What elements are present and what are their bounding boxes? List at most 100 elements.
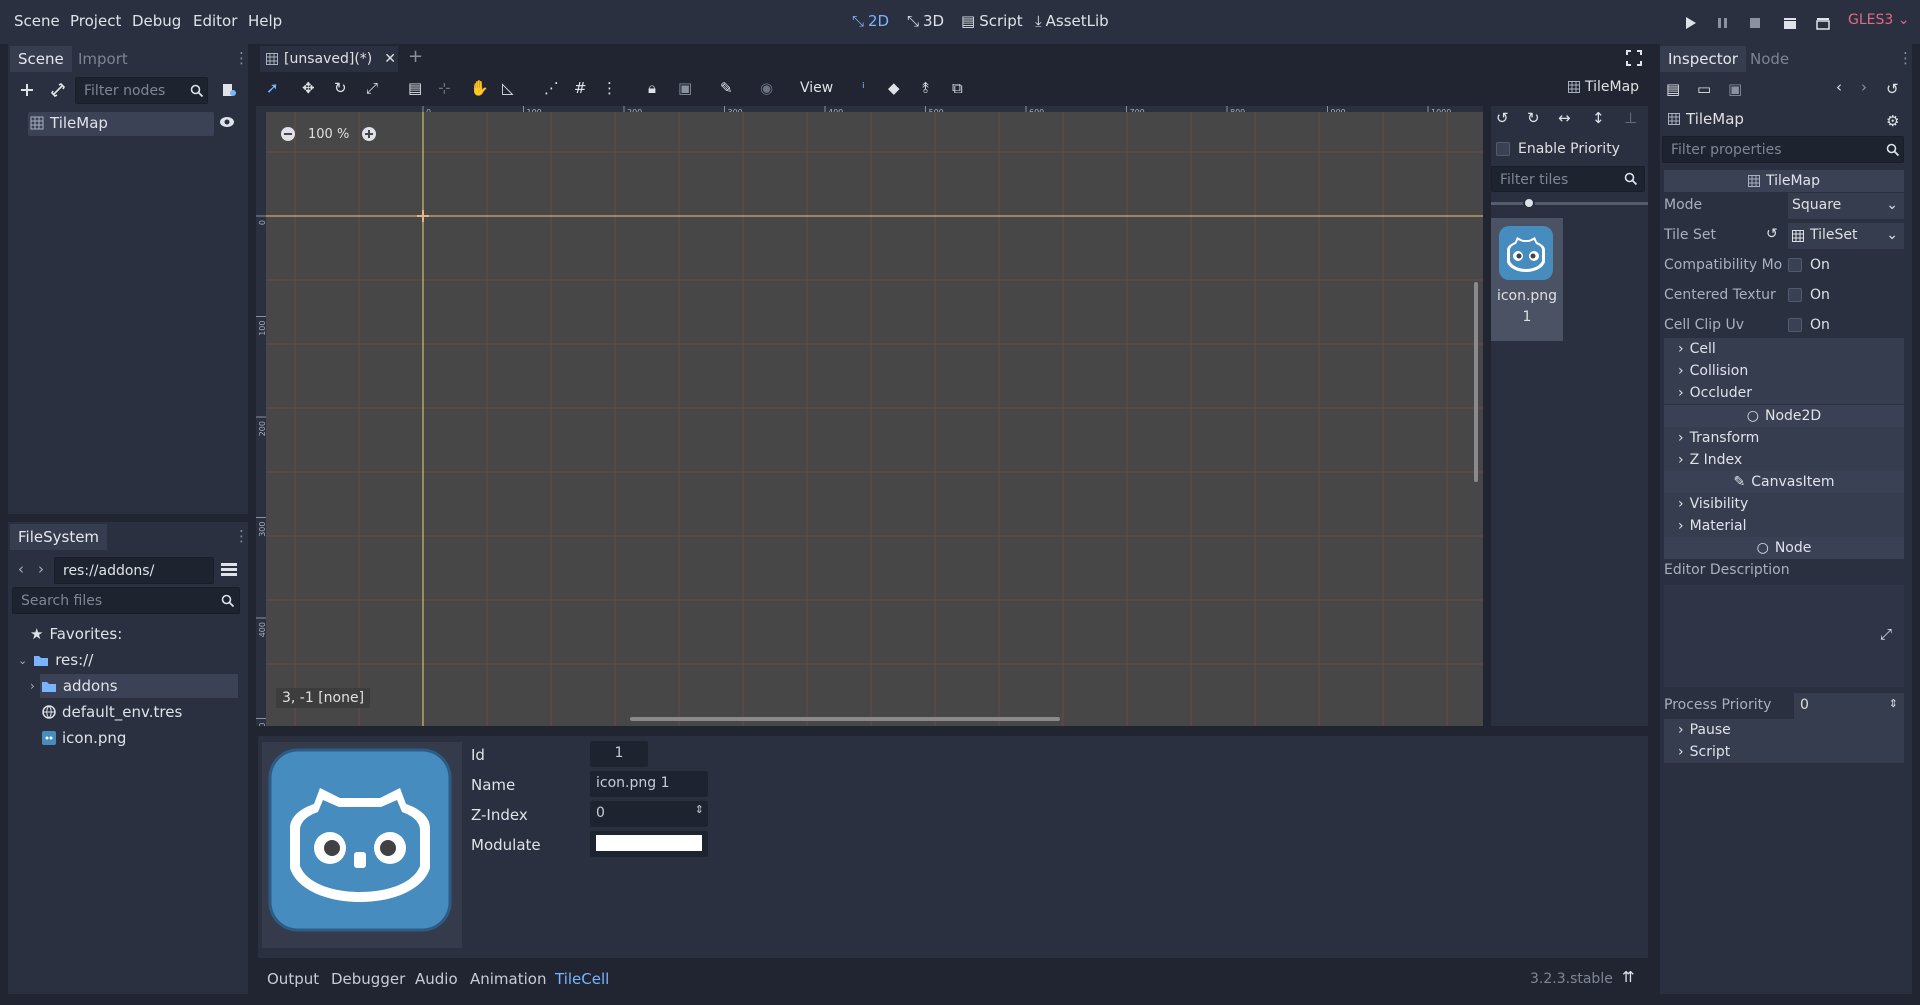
distraction-free-icon[interactable] — [1626, 50, 1642, 66]
group-icon[interactable]: ▣ — [678, 79, 692, 97]
workspace-assetlib-button[interactable]: ⤓ AssetLib — [1035, 12, 1109, 30]
tile-zindex-field[interactable]: 0 ⇕ — [590, 801, 708, 827]
section-collision[interactable]: › Collision — [1664, 360, 1904, 382]
tileset-resource-picker[interactable]: TileSet ⌄ — [1788, 223, 1904, 249]
scale-tool-icon[interactable]: ⤢ — [366, 79, 378, 97]
close-icon[interactable]: ✕ — [384, 51, 396, 67]
bottom-tab-animation[interactable]: Animation — [470, 970, 546, 988]
tile-zoom-slider-handle[interactable] — [1523, 197, 1535, 209]
inspector-menu-icon[interactable]: ⋮ — [1898, 49, 1913, 67]
workspace-3d-button[interactable]: ⤡ 3D — [907, 12, 944, 30]
menu-debug[interactable]: Debug — [132, 12, 181, 30]
save-disk-icon[interactable]: ▣ — [1728, 80, 1742, 98]
add-node-button[interactable] — [16, 79, 38, 101]
grid-snap-icon[interactable]: # — [574, 79, 587, 97]
play-scene-button[interactable] — [1781, 14, 1799, 32]
revert-icon[interactable]: ↺ — [1766, 226, 1778, 242]
rotate-right-icon[interactable]: ↻ — [1527, 109, 1540, 127]
pause-button[interactable] — [1714, 14, 1732, 32]
search-files-input[interactable]: Search files — [12, 587, 240, 614]
filesystem-path-input[interactable]: res://addons/ — [54, 557, 214, 584]
play-custom-scene-button[interactable] — [1814, 14, 1832, 32]
pan-hand-icon[interactable]: ✋ — [470, 79, 489, 97]
play-button[interactable] — [1682, 14, 1700, 32]
menu-help[interactable]: Help — [248, 12, 282, 30]
filter-nodes-input[interactable]: Filter nodes — [75, 77, 208, 104]
forward-arrow-icon[interactable]: › — [38, 560, 44, 578]
filesystem-menu-icon[interactable]: ⋮ — [234, 527, 249, 545]
workspace-script-button[interactable]: ▤ Script — [961, 12, 1023, 30]
menu-editor[interactable]: Editor — [193, 12, 237, 30]
tile-modulate-field[interactable] — [590, 831, 708, 857]
tile-zoom-slider[interactable] — [1491, 202, 1648, 205]
workspace-2d-button[interactable]: ⤡ 2D — [852, 12, 889, 30]
stop-button[interactable] — [1746, 14, 1764, 32]
section-cell[interactable]: › Cell — [1664, 338, 1904, 360]
tab-import[interactable]: Import — [70, 46, 136, 72]
expand-textarea-icon[interactable]: ⤢ — [1880, 625, 1892, 643]
new-tab-plus-icon[interactable]: + — [408, 46, 423, 67]
dock-menu-icon[interactable]: ⋮ — [234, 49, 249, 67]
move-tool-icon[interactable]: ✥ — [302, 79, 315, 97]
spinner-arrows-icon[interactable]: ⇕ — [695, 803, 704, 816]
tab-node[interactable]: Node — [1742, 46, 1797, 72]
paint-bucket-icon[interactable]: ◆ — [888, 79, 900, 97]
favorites-row[interactable]: ★ Favorites: — [30, 625, 122, 643]
list-select-icon[interactable]: ▤ — [408, 79, 422, 97]
history-back-icon[interactable]: ‹ — [1836, 78, 1842, 96]
section-z-index[interactable]: › Z Index — [1664, 449, 1904, 471]
clear-transform-icon[interactable]: ⊥ — [1624, 109, 1637, 127]
smart-snap-icon[interactable]: ⋰ — [544, 79, 559, 97]
lock-icon[interactable]: 🔒︎ — [648, 79, 656, 97]
visibility-eye-icon[interactable] — [219, 116, 235, 128]
zoom-out-icon[interactable] — [280, 126, 296, 142]
filter-tiles-input[interactable]: Filter tiles — [1491, 166, 1645, 192]
menu-scene[interactable]: Scene — [14, 12, 60, 30]
compatibility-mode-toggle[interactable]: On — [1788, 257, 1830, 273]
res-root-row[interactable]: ⌄ res:// — [18, 651, 93, 669]
section-material[interactable]: › Material — [1664, 515, 1904, 537]
h-scrollbar[interactable] — [630, 717, 1060, 721]
ruler-tool-icon[interactable]: ◺ — [502, 79, 514, 97]
tab-inspector[interactable]: Inspector — [1660, 46, 1746, 72]
filter-properties-input[interactable]: Filter properties — [1662, 136, 1904, 163]
file-item-default-env[interactable]: default_env.tres — [42, 703, 182, 721]
expand-panel-icon[interactable]: ⇈ — [1622, 968, 1635, 986]
section-pause[interactable]: › Pause — [1664, 719, 1904, 741]
attach-script-button[interactable] — [218, 79, 240, 101]
load-folder-icon[interactable]: ▭ — [1697, 80, 1711, 98]
zoom-level[interactable]: 100 % — [308, 127, 349, 142]
scene-tab-unsaved[interactable]: [unsaved](*) ✕ — [260, 46, 398, 72]
object-properties-icon[interactable]: ⚙ — [1886, 112, 1899, 130]
v-scrollbar[interactable] — [1474, 282, 1478, 482]
spinner-arrows-icon[interactable]: ⇕ — [1889, 697, 1898, 710]
canvas-viewport[interactable]: 100 % 3, -1 [none] — [266, 112, 1483, 726]
menu-project[interactable]: Project — [70, 12, 121, 30]
section-transform[interactable]: › Transform — [1664, 427, 1904, 449]
enable-priority-checkbox[interactable]: Enable Priority — [1496, 141, 1620, 157]
file-item-icon-png[interactable]: icon.png — [42, 729, 126, 747]
flip-horizontal-icon[interactable]: ↔ — [1558, 109, 1571, 127]
back-arrow-icon[interactable]: ‹ — [18, 560, 24, 578]
view-menu-button[interactable]: View — [800, 80, 833, 96]
select-tool-icon[interactable]: ➚ — [266, 79, 279, 97]
rotate-tool-icon[interactable]: ↻ — [334, 79, 347, 97]
centered-textures-toggle[interactable]: On — [1788, 287, 1830, 303]
object-history-icon[interactable]: ↺ — [1886, 80, 1899, 98]
tile-name-field[interactable]: icon.png 1 — [590, 771, 708, 797]
pivot-tool-icon[interactable]: ⊹ — [438, 79, 451, 97]
instance-scene-button[interactable] — [47, 79, 69, 101]
section-visibility[interactable]: › Visibility — [1664, 493, 1904, 515]
color-picker-icon[interactable]: ⥉ — [922, 79, 929, 97]
new-resource-icon[interactable]: ▤ — [1666, 80, 1680, 98]
zoom-in-icon[interactable] — [361, 126, 377, 142]
bottom-tab-tilecell[interactable]: TileCell — [555, 970, 609, 988]
copy-icon[interactable]: ⧉ — [952, 79, 963, 97]
mode-dropdown[interactable]: Square ⌄ — [1788, 193, 1904, 219]
cell-clip-uv-toggle[interactable]: On — [1788, 317, 1830, 333]
editor-description-textarea[interactable] — [1664, 585, 1904, 687]
rotate-left-icon[interactable]: ↺ — [1496, 109, 1509, 127]
bone-icon[interactable]: ✎ — [720, 79, 733, 97]
process-priority-field[interactable]: 0 ⇕ — [1794, 693, 1904, 719]
info-icon[interactable]: ⁱ — [862, 79, 865, 97]
